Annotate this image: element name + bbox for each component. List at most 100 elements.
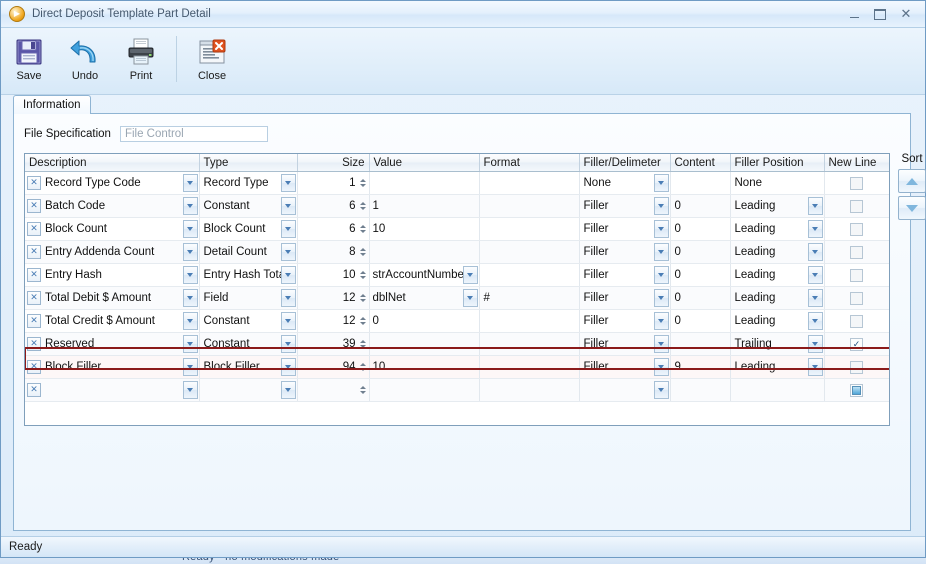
delete-row-button[interactable]: ✕ (27, 176, 41, 190)
cell-format[interactable] (479, 217, 580, 241)
sort-down-button[interactable] (898, 196, 926, 220)
size-stepper[interactable] (359, 244, 367, 260)
cell-format[interactable] (479, 240, 580, 264)
table-row[interactable]: ✕ Entry Addenda Count Detail Count 8 Filler 0… (25, 240, 889, 264)
cell-filler-position[interactable]: Leading (730, 240, 825, 264)
cell-type[interactable]: Block Count (199, 217, 298, 241)
save-button[interactable]: Save (1, 32, 57, 82)
description-dropdown-icon[interactable] (182, 174, 198, 192)
template-parts-grid[interactable]: Description Type Size Value Format Fille… (24, 153, 890, 426)
column-header-content[interactable]: Content (670, 154, 731, 172)
new-line-checkbox[interactable] (850, 360, 863, 374)
new-line-checkbox[interactable] (850, 268, 863, 282)
new-line-checkbox[interactable] (850, 383, 863, 397)
new-line-checkbox[interactable] (850, 199, 863, 213)
cell-value[interactable]: strAccountNumber (369, 263, 480, 287)
undo-button[interactable]: Undo (57, 32, 113, 82)
filler-dropdown-icon[interactable] (653, 381, 669, 399)
cell-size[interactable]: 8 (297, 240, 370, 264)
description-dropdown-icon[interactable] (182, 358, 198, 376)
cell-size[interactable]: 1 (297, 171, 370, 195)
cell-filler-delimeter[interactable]: Filler (579, 217, 671, 241)
position-dropdown-icon[interactable] (807, 312, 823, 330)
delete-row-button[interactable]: ✕ (27, 314, 41, 328)
cell-type[interactable]: Record Type (199, 171, 298, 195)
cell-filler-delimeter[interactable] (579, 378, 671, 402)
maximize-button[interactable] (867, 4, 893, 24)
filler-dropdown-icon[interactable] (653, 174, 669, 192)
description-dropdown-icon[interactable] (182, 266, 198, 284)
cell-content[interactable] (670, 332, 731, 356)
position-dropdown-icon[interactable] (807, 358, 823, 376)
type-dropdown-icon[interactable] (280, 220, 296, 238)
position-dropdown-icon[interactable] (807, 243, 823, 261)
size-stepper[interactable] (359, 175, 367, 191)
cell-new-line[interactable] (824, 355, 889, 379)
column-header-filler-delimeter[interactable]: Filler/Delimeter (579, 154, 671, 172)
filler-dropdown-icon[interactable] (653, 289, 669, 307)
cell-format[interactable] (479, 194, 580, 218)
type-dropdown-icon[interactable] (280, 312, 296, 330)
column-header-size[interactable]: Size (297, 154, 370, 172)
type-dropdown-icon[interactable] (280, 381, 296, 399)
cell-new-line[interactable] (824, 286, 889, 310)
cell-format[interactable] (479, 263, 580, 287)
column-header-format[interactable]: Format (479, 154, 580, 172)
type-dropdown-icon[interactable] (280, 266, 296, 284)
type-dropdown-icon[interactable] (280, 174, 296, 192)
table-row[interactable]: ✕ Entry Hash Entry Hash Total 10 strAccountN… (25, 263, 889, 287)
delete-row-button[interactable]: ✕ (27, 268, 41, 282)
cell-size[interactable]: 39 (297, 332, 370, 356)
close-toolbar-button[interactable]: Close (184, 32, 240, 82)
type-dropdown-icon[interactable] (280, 358, 296, 376)
column-header-new-line[interactable]: New Line (824, 154, 889, 172)
cell-content[interactable]: 0 (670, 217, 731, 241)
cell-value[interactable] (369, 332, 480, 356)
table-row[interactable]: ✕ Total Credit $ Amount Constant 12 0 Filler 0… (25, 309, 889, 333)
delete-row-button[interactable]: ✕ (27, 337, 41, 351)
delete-row-button[interactable]: ✕ (27, 222, 41, 236)
column-header-description[interactable]: Description (25, 154, 200, 172)
cell-filler-position[interactable] (730, 378, 825, 402)
cell-type[interactable]: Detail Count (199, 240, 298, 264)
cell-format[interactable] (479, 309, 580, 333)
size-stepper[interactable] (359, 290, 367, 306)
cell-filler-delimeter[interactable]: None (579, 171, 671, 195)
delete-row-button[interactable]: ✕ (27, 383, 41, 397)
cell-filler-delimeter[interactable]: Filler (579, 263, 671, 287)
grid-new-row[interactable]: ✕ (25, 378, 889, 402)
print-button[interactable]: Print (113, 32, 169, 82)
cell-format[interactable] (479, 378, 580, 402)
delete-row-button[interactable]: ✕ (27, 245, 41, 259)
new-line-checkbox[interactable] (850, 291, 863, 305)
position-dropdown-icon[interactable] (807, 289, 823, 307)
cell-format[interactable] (479, 332, 580, 356)
table-row[interactable]: ✕ Batch Code Constant 6 1 Filler 0 Leading (25, 194, 889, 218)
cell-description[interactable]: ✕ Block Filler (25, 355, 200, 379)
cell-format[interactable] (479, 355, 580, 379)
cell-description[interactable]: ✕ Total Debit $ Amount (25, 286, 200, 310)
cell-description[interactable]: ✕ Block Count (25, 217, 200, 241)
type-dropdown-icon[interactable] (280, 335, 296, 353)
table-row[interactable]: ✕ Record Type Code Record Type 1 None None (25, 171, 889, 195)
cell-value[interactable]: dblNet (369, 286, 480, 310)
type-dropdown-icon[interactable] (280, 289, 296, 307)
close-button[interactable]: ✕ (893, 4, 919, 24)
cell-value[interactable]: 10 (369, 217, 480, 241)
description-dropdown-icon[interactable] (182, 220, 198, 238)
cell-description[interactable]: ✕ Reserved (25, 332, 200, 356)
size-stepper[interactable] (359, 359, 367, 375)
cell-size[interactable]: 12 (297, 309, 370, 333)
cell-value[interactable] (369, 240, 480, 264)
cell-filler-position[interactable]: Leading (730, 286, 825, 310)
cell-new-line[interactable] (824, 309, 889, 333)
size-stepper[interactable] (359, 267, 367, 283)
cell-type[interactable]: Field (199, 286, 298, 310)
type-dropdown-icon[interactable] (280, 243, 296, 261)
cell-type[interactable]: Constant (199, 194, 298, 218)
description-dropdown-icon[interactable] (182, 312, 198, 330)
delete-row-button[interactable]: ✕ (27, 291, 41, 305)
position-dropdown-icon[interactable] (807, 197, 823, 215)
filler-dropdown-icon[interactable] (653, 335, 669, 353)
cell-new-line[interactable] (824, 171, 889, 195)
